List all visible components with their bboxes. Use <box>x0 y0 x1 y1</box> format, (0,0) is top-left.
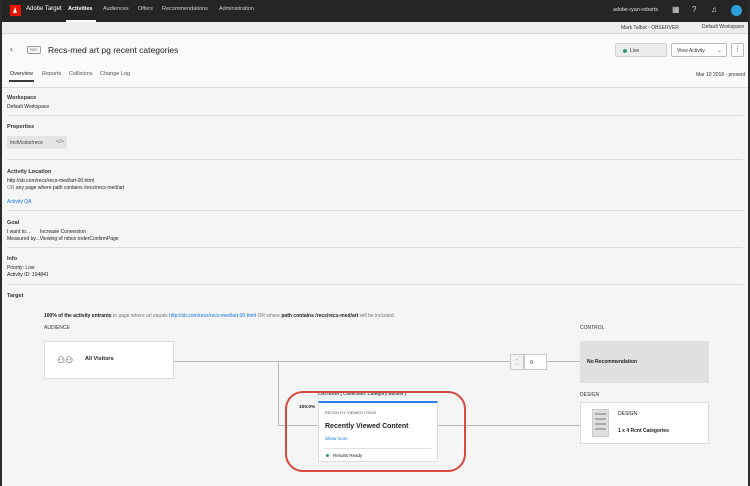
tab-collisions[interactable]: Collisions <box>69 71 93 77</box>
split-stepper[interactable]: ︿ ﹀ <box>510 354 524 370</box>
location-url: http://sb.com/recs/recs-med/art-00.html <box>7 178 94 184</box>
app-frame: Adobe Target Activities Audiences Offers… <box>2 0 748 486</box>
or-keyword: OR <box>7 185 15 191</box>
audience-card[interactable]: ⚇⚇ All Visitors <box>44 341 174 379</box>
target-url-link[interactable]: http://sb.com/recs/recs-med/art-00.html <box>169 313 256 319</box>
control-card[interactable]: No Recommendation <box>580 341 709 383</box>
nav-recommendations[interactable]: Recommendations <box>162 6 208 12</box>
design-card-name: 1 x 4 Rcnt Categories <box>618 428 669 434</box>
design-card-title: DESIGN <box>618 411 638 417</box>
highlight-annotation <box>285 391 466 472</box>
location-or-rule: OR any page where path contains /recs/re… <box>7 185 124 191</box>
workspace-value: Default Workspace <box>7 104 50 110</box>
audience-name: All Visitors <box>85 356 114 362</box>
active-tab-indicator <box>9 80 34 82</box>
flow-connector <box>174 361 510 362</box>
nav-administration[interactable]: Administration <box>219 6 254 12</box>
observer-role: Mark Talbot - OBSERVER <box>621 25 679 31</box>
divider <box>7 284 743 285</box>
activity-type-badge: REC <box>27 46 41 54</box>
entrants-bold: 100% of the activity entrants <box>44 313 112 319</box>
flow-connector <box>547 361 580 362</box>
property-name: Inch/color/recs <box>10 140 43 146</box>
location-heading: Activity Location <box>7 169 52 175</box>
nav-audiences[interactable]: Audiences <box>103 6 129 12</box>
notifications-bell-icon[interactable]: ♫ <box>711 6 717 14</box>
divider <box>7 159 743 160</box>
workspace-bar: Mark Talbot - OBSERVER Default Workspace <box>2 22 748 34</box>
status-live-button[interactable]: Live <box>615 43 667 57</box>
stepper-up-icon[interactable]: ︿ <box>511 355 523 362</box>
tab-change-log[interactable]: Change Log <box>100 71 130 77</box>
live-status-icon <box>623 49 627 53</box>
user-avatar[interactable] <box>731 5 742 16</box>
stepper-down-icon[interactable]: ﹀ <box>511 362 523 369</box>
priority-text: Priority: Low <box>7 265 35 271</box>
status-label: Live <box>630 48 640 54</box>
tab-overview[interactable]: Overview <box>10 71 33 77</box>
entrants-rest: to page where url equals <box>112 313 168 319</box>
back-chevron-icon[interactable]: ‹ <box>10 44 13 54</box>
design-card[interactable]: DESIGN 1 x 4 Rcnt Categories <box>580 402 709 444</box>
nav-offers[interactable]: Offers <box>138 6 153 12</box>
info-heading: Info <box>7 256 18 262</box>
design-label: DESIGN <box>580 392 600 398</box>
view-activity-button[interactable]: View Activity ⌄ <box>671 43 727 57</box>
user-org-name[interactable]: adobe-ryan-roberts <box>613 7 658 13</box>
view-activity-label: View Activity <box>677 48 705 54</box>
path-bold: path contains /recs/recs-med/art <box>281 313 359 319</box>
control-label: CONTROL <box>580 325 605 331</box>
more-actions-icon[interactable]: ⋮ <box>731 43 744 57</box>
activity-qa-link[interactable]: Activity QA <box>7 199 31 205</box>
audience-label: AUDIENCE <box>44 325 70 331</box>
goal-measured-by: Measured by...Viewing of mbox orderConfi… <box>7 236 119 242</box>
code-icon[interactable]: </> <box>56 139 64 145</box>
split-input[interactable]: 0 <box>524 354 547 370</box>
app-name[interactable]: Adobe Target <box>26 6 62 12</box>
property-chip[interactable]: Inch/color/recs </> <box>7 136 67 149</box>
divider <box>7 210 743 211</box>
nav-activities[interactable]: Activities <box>68 6 92 12</box>
goal-heading: Goal <box>7 220 20 226</box>
date-range[interactable]: Mar 10 2018 - present <box>696 72 745 78</box>
chevron-down-icon[interactable]: ⌄ <box>717 47 722 54</box>
tail-text: will be included. <box>359 313 396 319</box>
flow-connector <box>278 361 279 425</box>
workspace-selector[interactable]: Default Workspace <box>702 24 744 30</box>
divider <box>7 115 743 116</box>
help-icon[interactable]: ? <box>692 6 696 14</box>
divider <box>7 247 743 248</box>
apps-grid-icon[interactable]: ▦ <box>672 6 680 14</box>
top-navigation: Adobe Target Activities Audiences Offers… <box>2 0 748 22</box>
activity-header: ‹ REC Recs-med art pg recent categories … <box>2 35 748 88</box>
or-where-text: OR where <box>257 313 280 319</box>
activity-id-text: Activity ID: 194841 <box>7 272 49 278</box>
audience-people-icon: ⚇⚇ <box>57 355 74 365</box>
tab-reports[interactable]: Reports <box>42 71 61 77</box>
or-rule-text: any page where path contains /recs/recs-… <box>15 185 125 191</box>
goal-want-label: I want to... <box>7 229 31 235</box>
workspace-heading: Workspace <box>7 95 37 101</box>
target-rule-text: 100% of the activity entrants to page wh… <box>44 313 395 319</box>
adobe-logo-icon[interactable] <box>10 5 21 16</box>
target-heading: Target <box>7 293 24 299</box>
properties-heading: Properties <box>7 124 35 130</box>
control-card-text: No Recommendation <box>587 359 638 365</box>
activity-title: Recs-med art pg recent categories <box>48 45 179 55</box>
design-thumbnail-icon <box>592 409 609 437</box>
goal-want-value: Increase Conversion <box>40 229 86 235</box>
